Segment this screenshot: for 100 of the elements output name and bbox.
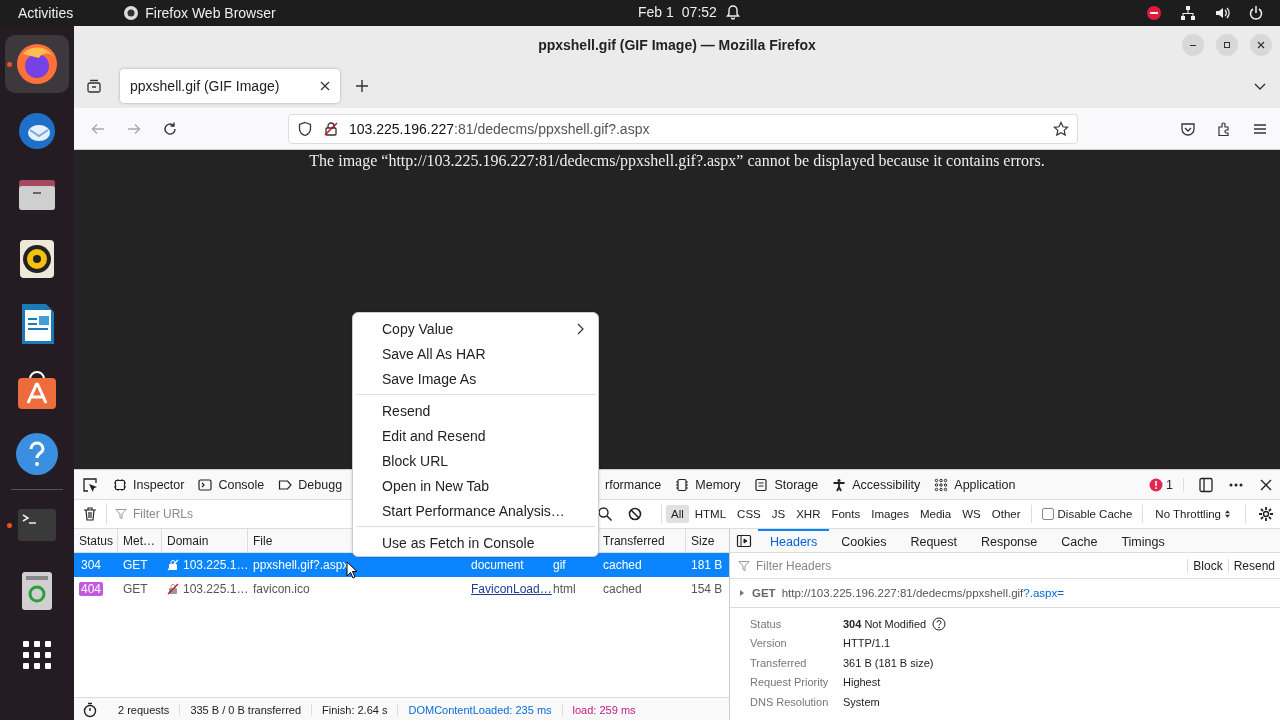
maximize-button[interactable] bbox=[1216, 34, 1238, 56]
devtools-tab[interactable]: Console bbox=[191, 470, 272, 499]
devtools-tab[interactable]: Application bbox=[927, 470, 1023, 499]
menu-item[interactable]: Use as Fetch in Console bbox=[353, 530, 598, 555]
request-count: 2 requests bbox=[108, 703, 181, 716]
column-header[interactable]: Domain bbox=[167, 533, 209, 548]
field-label: DNS Resolution bbox=[750, 695, 830, 708]
type-filter[interactable]: JS bbox=[766, 505, 791, 523]
panel-tab[interactable]: Headers bbox=[758, 529, 830, 552]
extensions-icon[interactable] bbox=[1216, 120, 1232, 137]
tab-overview-icon[interactable] bbox=[86, 78, 102, 94]
table-cell: 154 B bbox=[691, 582, 723, 596]
checkbox[interactable] bbox=[1041, 508, 1054, 520]
throttling-select[interactable]: No Throttling bbox=[1147, 508, 1241, 520]
expand-icon[interactable] bbox=[738, 589, 746, 597]
search-icon[interactable] bbox=[597, 506, 613, 522]
column-header[interactable]: Status bbox=[79, 533, 114, 548]
column-header[interactable]: Met… bbox=[123, 533, 155, 548]
help-icon bbox=[13, 430, 61, 478]
insecure-lock-icon bbox=[167, 559, 179, 571]
bookmark-star-icon[interactable] bbox=[1053, 120, 1069, 137]
panel-action-button[interactable]: Block bbox=[1187, 558, 1228, 573]
devtools-tab[interactable]: Accessibility bbox=[825, 470, 928, 499]
address-bar[interactable]: 103.225.196.227:81/dedecms/ppxshell.gif?.aspx bbox=[288, 113, 1078, 144]
panel-action-button[interactable]: Resend bbox=[1227, 558, 1280, 573]
type-filter[interactable]: Fonts bbox=[826, 505, 866, 523]
filter-headers-field[interactable]: Filter Headers bbox=[754, 557, 958, 574]
table-cell: cached bbox=[603, 582, 642, 596]
close-icon[interactable] bbox=[320, 81, 330, 91]
menu-item[interactable]: Save All As HAR bbox=[353, 341, 598, 366]
column-header[interactable]: Size bbox=[691, 533, 715, 548]
panel-tab[interactable]: Response bbox=[969, 529, 1050, 552]
menu-item[interactable]: Open in New Tab bbox=[353, 473, 598, 498]
toggle-sidebar-icon[interactable] bbox=[736, 532, 752, 549]
type-filter[interactable]: Media bbox=[914, 505, 957, 523]
devtools-tab[interactable]: Inspector bbox=[106, 470, 192, 499]
initiator-link[interactable]: FaviconLoad… bbox=[471, 582, 552, 596]
panel-tab[interactable]: Request bbox=[898, 529, 969, 552]
block-icon[interactable] bbox=[627, 506, 643, 522]
pocket-icon[interactable] bbox=[1180, 120, 1196, 137]
type-filter[interactable]: Images bbox=[866, 505, 914, 523]
window-title: ppxshell.gif (GIF Image) — Mozilla Firefox bbox=[538, 37, 816, 53]
close-button[interactable] bbox=[1250, 34, 1272, 56]
mouse-cursor bbox=[346, 561, 358, 579]
devtools-tab[interactable]: Storage bbox=[747, 470, 826, 499]
table-cell: GET bbox=[123, 558, 148, 572]
status-code: 304 bbox=[80, 558, 103, 572]
date-label[interactable]: Feb 1 bbox=[638, 4, 674, 20]
devtools-tab[interactable]: Debugg bbox=[271, 470, 350, 499]
storage-icon bbox=[754, 477, 769, 492]
load-time: load: 259 ms bbox=[571, 703, 637, 716]
filter-urls-field[interactable]: Filter URLs bbox=[131, 506, 335, 522]
error-message: The image “http://103.225.196.227:81/dedecms/ppxshell.gif?.aspx” cannot be displayed because it contains errors. bbox=[309, 152, 1045, 170]
trash-icon[interactable] bbox=[82, 506, 98, 522]
field-value: HTTP/1.1 bbox=[843, 637, 891, 650]
type-filter[interactable]: XHR bbox=[791, 505, 826, 523]
dock-item[interactable] bbox=[5, 35, 69, 93]
type-filter[interactable]: All bbox=[666, 505, 689, 523]
settings-icon[interactable] bbox=[1258, 506, 1274, 522]
activities-button[interactable]: Activities bbox=[18, 5, 74, 21]
new-tab-icon[interactable] bbox=[354, 78, 370, 94]
menu-item[interactable]: Start Performance Analysis… bbox=[353, 498, 598, 523]
browser-tab[interactable]: ppxshell.gif (GIF Image) bbox=[120, 69, 340, 103]
error-count-badge[interactable]: 1 bbox=[1149, 477, 1184, 492]
console-icon bbox=[198, 477, 213, 492]
panel-tab[interactable]: Cache bbox=[1049, 529, 1110, 552]
element-picker-icon[interactable] bbox=[82, 476, 98, 493]
help-icon[interactable] bbox=[932, 616, 947, 631]
maximize-icon bbox=[1222, 40, 1232, 50]
column-header[interactable]: Transferred bbox=[603, 533, 665, 548]
type-filter[interactable]: Other bbox=[986, 505, 1026, 523]
table-cell: 103.225.1… bbox=[183, 582, 249, 596]
app-menu[interactable]: Firefox Web Browser bbox=[145, 5, 276, 21]
table-cell: GET bbox=[123, 582, 148, 596]
column-header[interactable]: File bbox=[253, 533, 273, 548]
menu-item[interactable]: Copy Value bbox=[353, 316, 598, 341]
menu-item[interactable]: Edit and Resend bbox=[353, 423, 598, 448]
reload-icon[interactable] bbox=[162, 120, 178, 137]
panel-tab[interactable]: Timings bbox=[1109, 529, 1177, 552]
insecure-lock-icon[interactable] bbox=[323, 120, 339, 137]
menu-item[interactable]: Block URL bbox=[353, 448, 598, 473]
request-method: GET bbox=[752, 587, 776, 599]
menu-item[interactable]: Save Image As bbox=[353, 366, 598, 391]
devtools-tab[interactable]: rformance bbox=[598, 470, 669, 499]
memory-chip-icon bbox=[675, 477, 690, 492]
panel-tab[interactable]: Cookies bbox=[829, 529, 899, 552]
field-value: Highest bbox=[843, 676, 881, 689]
menu-item[interactable]: Resend bbox=[353, 398, 598, 423]
time-label[interactable]: 07:52 bbox=[681, 4, 717, 20]
tag-icon bbox=[278, 477, 293, 492]
request-row[interactable]: 304 GET 103.225.1… ppxshell.gif?.aspx document gif cached 181 B bbox=[74, 553, 729, 577]
table-cell: ppxshell.gif?.aspx bbox=[253, 558, 349, 572]
type-filter[interactable]: CSS bbox=[732, 505, 766, 523]
type-filter[interactable]: WS bbox=[957, 505, 986, 523]
shield-icon[interactable] bbox=[297, 120, 313, 137]
devtools-tab[interactable]: Memory bbox=[668, 470, 748, 499]
request-row[interactable]: 404 GET 103.225.1… favicon.ico FaviconLoad…html cached 154 B bbox=[74, 577, 729, 601]
type-filter[interactable]: HTML bbox=[689, 505, 732, 523]
field-label: Version bbox=[750, 637, 788, 650]
responsive-design-icon[interactable] bbox=[1198, 476, 1214, 493]
